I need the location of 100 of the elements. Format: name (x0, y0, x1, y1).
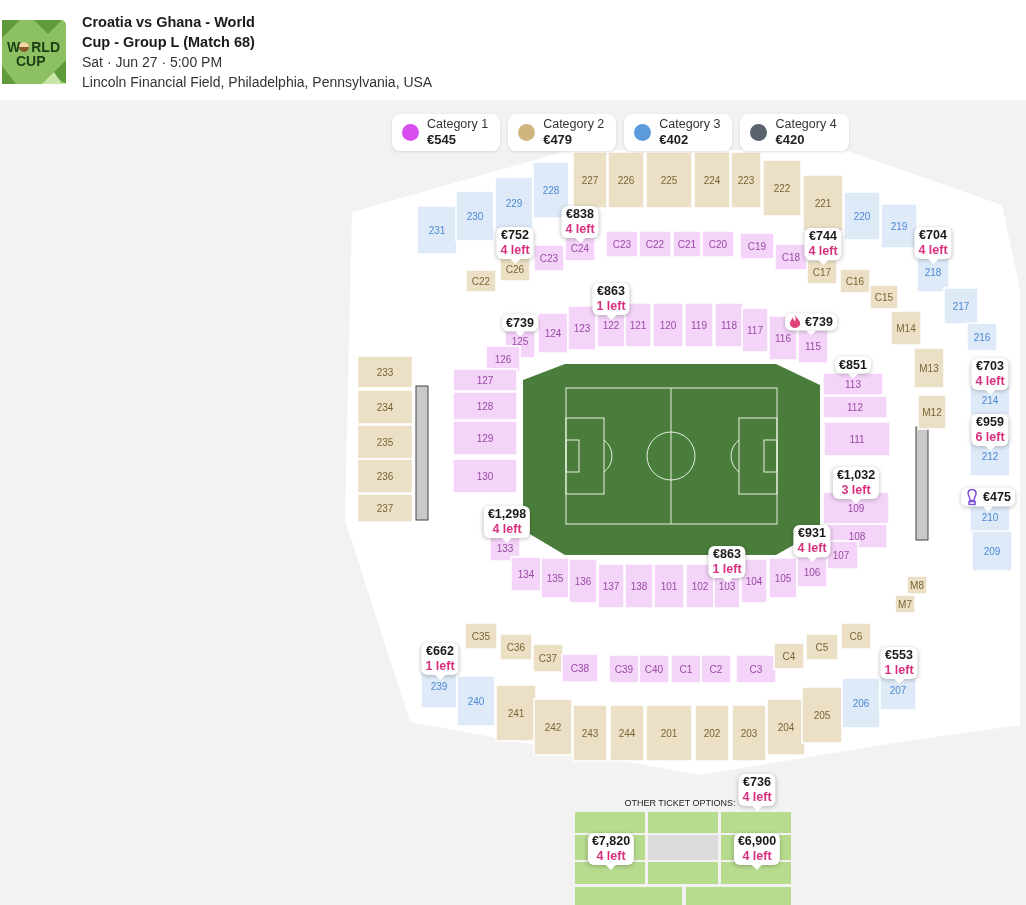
seat-section[interactable]: 130 (452, 458, 518, 494)
seat-section[interactable]: 221 (802, 174, 844, 232)
seat-section[interactable]: 111 (823, 421, 891, 457)
seat-section[interactable]: 216 (966, 322, 998, 352)
seat-section[interactable]: C40 (638, 654, 670, 684)
seat-section[interactable]: C15 (869, 284, 899, 310)
event-date: Sat · Jun 27 · 5:00 PM (82, 53, 224, 72)
seat-section[interactable]: C4 (773, 642, 805, 670)
seat-section[interactable]: C23 (533, 244, 565, 272)
seat-section[interactable]: 129 (452, 420, 518, 456)
seat-section[interactable]: C39 (608, 654, 640, 684)
ticket-option-tile[interactable] (575, 887, 682, 905)
seat-section[interactable]: 231 (416, 205, 458, 255)
seat-section[interactable]: M12 (917, 394, 947, 430)
category-chip[interactable]: Category 2 €479 (508, 114, 617, 151)
category-chip[interactable]: Category 1 €545 (392, 114, 501, 151)
category-label: Category 4 (775, 117, 837, 132)
seat-section[interactable]: 235 (356, 424, 414, 460)
seat-section[interactable]: 127 (452, 368, 518, 392)
event-title: Croatia vs Ghana - World Cup - Group L (Match 68) (82, 13, 256, 52)
seat-section[interactable]: 236 (356, 458, 414, 494)
price-label: €1,032 (836, 468, 876, 483)
seat-section[interactable]: 206 (841, 677, 881, 729)
seat-section[interactable]: 241 (495, 684, 537, 742)
ticket-option-tile[interactable] (721, 862, 791, 884)
seat-section[interactable]: 137 (597, 563, 625, 609)
seat-section[interactable]: 115 (797, 328, 829, 364)
seat-section[interactable]: 112 (822, 395, 888, 419)
seat-section[interactable]: 128 (452, 391, 518, 421)
seat-section[interactable]: C5 (805, 633, 839, 661)
seat-section[interactable]: C22 (638, 230, 672, 258)
seat-section[interactable]: C38 (561, 653, 599, 683)
seat-section[interactable]: 222 (762, 159, 802, 217)
ticket-option-tile[interactable] (648, 862, 718, 884)
seat-section[interactable]: C19 (739, 232, 775, 260)
seat-section[interactable]: 209 (971, 530, 1013, 572)
seat-section[interactable]: M8 (906, 575, 928, 595)
seat-section[interactable]: C37 (532, 643, 564, 673)
seat-section[interactable]: 227 (572, 151, 608, 209)
seat-section[interactable]: C35 (464, 622, 498, 650)
seat-section[interactable]: 234 (356, 389, 414, 425)
seat-section[interactable]: C16 (839, 268, 871, 294)
seat-section[interactable]: C3 (735, 654, 777, 684)
seat-section[interactable]: 240 (456, 675, 496, 727)
seat-section[interactable]: 233 (356, 355, 414, 389)
ticket-option-tile[interactable] (648, 812, 718, 833)
seat-section[interactable]: 101 (653, 563, 685, 609)
seat-section[interactable]: 226 (607, 151, 645, 209)
seat-section[interactable]: 230 (455, 190, 495, 242)
seat-section[interactable]: 136 (568, 558, 598, 604)
seat-section[interactable]: C1 (670, 654, 702, 684)
seat-section[interactable]: 219 (880, 203, 918, 249)
seat-section[interactable]: 202 (694, 704, 730, 762)
seat-section[interactable]: 138 (624, 563, 654, 609)
seat-section[interactable]: 106 (796, 556, 828, 588)
seat-section[interactable]: 217 (943, 287, 979, 325)
ticket-option-tile[interactable] (686, 887, 791, 905)
ticket-option-tile[interactable] (575, 862, 645, 884)
seat-section[interactable]: 204 (766, 698, 806, 756)
seat-section[interactable]: 243 (572, 704, 608, 762)
seat-section[interactable]: M13 (913, 347, 945, 389)
seat-section[interactable]: M14 (890, 310, 922, 346)
seat-section[interactable]: 237 (356, 493, 414, 523)
seat-section[interactable]: 224 (693, 151, 731, 209)
seat-section[interactable]: 225 (645, 151, 693, 209)
seat-section[interactable]: 244 (609, 704, 645, 762)
seat-section[interactable]: 105 (768, 557, 798, 599)
seat-section[interactable]: 123 (567, 305, 597, 351)
seat-section[interactable]: 201 (645, 704, 693, 762)
seat-section[interactable]: 118 (714, 302, 744, 348)
seat-section[interactable]: C17 (806, 259, 838, 285)
seat-section[interactable]: 220 (843, 191, 881, 241)
category-chip[interactable]: Category 4 €420 (740, 114, 849, 151)
seat-section[interactable]: 205 (801, 686, 843, 744)
seat-section[interactable]: C6 (840, 622, 872, 650)
seat-section[interactable]: C2 (700, 654, 732, 684)
seat-section[interactable]: C36 (499, 633, 533, 661)
seat-section[interactable]: 113 (822, 372, 884, 396)
seat-section[interactable]: C22 (465, 269, 497, 293)
ticket-option-tile[interactable] (721, 812, 791, 833)
seat-section[interactable]: 120 (652, 302, 684, 348)
seat-section[interactable]: 116 (768, 315, 798, 361)
seat-section[interactable]: C20 (701, 230, 735, 258)
price-label: €931 (798, 526, 826, 541)
seat-section[interactable]: C23 (605, 230, 639, 258)
seat-section[interactable]: 135 (540, 557, 570, 599)
seat-section[interactable]: 124 (537, 312, 569, 354)
category-chip[interactable]: Category 3 €402 (624, 114, 733, 151)
seat-section[interactable]: 229 (494, 176, 534, 230)
seat-section[interactable]: C26 (499, 256, 531, 282)
seat-section[interactable]: 242 (533, 698, 573, 756)
seat-section[interactable]: 223 (730, 151, 762, 209)
seat-section[interactable]: C18 (774, 243, 808, 271)
ticket-option-tile[interactable] (575, 812, 645, 833)
seat-section[interactable]: 203 (731, 704, 767, 762)
seat-section[interactable]: 134 (510, 556, 542, 592)
seat-section[interactable]: M7 (894, 594, 916, 614)
seat-section[interactable]: 119 (684, 302, 714, 348)
seat-section[interactable]: C21 (672, 230, 702, 258)
seat-section[interactable]: 117 (741, 307, 769, 353)
